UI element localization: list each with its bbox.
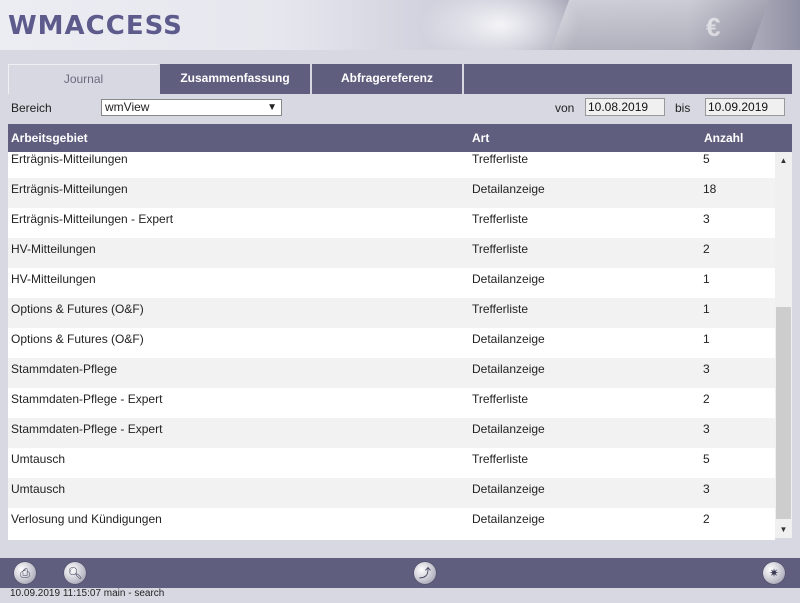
cell-anzahl: 3: [703, 482, 710, 496]
tab-zusammenfassung[interactable]: Zusammenfassung: [160, 64, 310, 94]
tab-bar-filler: [464, 64, 792, 94]
scroll-down-arrow-icon[interactable]: ▼: [775, 521, 792, 538]
bereich-select[interactable]: wmView ▼: [101, 99, 282, 116]
bis-label: bis: [675, 101, 691, 115]
table-row[interactable]: Umtausch Detailanzeige 3: [8, 478, 775, 508]
export-icon[interactable]: ⤴: [414, 562, 436, 584]
cell-arbeitsgebiet: Stammdaten-Pflege: [11, 362, 118, 376]
status-bar: 10.09.2019 11:15:07 main - search: [0, 588, 800, 603]
cell-anzahl: 5: [703, 152, 710, 166]
cell-arbeitsgebiet: Umtausch: [11, 452, 66, 466]
dropdown-arrow-icon: ▼: [267, 102, 277, 113]
table-body: Erträgnis-Mitteilungen Trefferliste 5 Er…: [8, 152, 775, 540]
cell-anzahl: 2: [703, 242, 710, 256]
cell-art: Detailanzeige: [472, 332, 545, 346]
table-header: Arbeitsgebiet Art Anzahl: [8, 124, 792, 152]
cell-arbeitsgebiet: Erträgnis-Mitteilungen - Expert: [11, 212, 174, 226]
cell-arbeitsgebiet: HV-Mitteilungen: [11, 272, 96, 286]
cell-arbeitsgebiet: Options & Futures (O&F): [11, 332, 144, 346]
column-header-anzahl[interactable]: Anzahl: [704, 131, 743, 145]
cell-arbeitsgebiet: Erträgnis-Mitteilungen: [11, 152, 128, 166]
preview-icon[interactable]: 🔍︎: [64, 562, 86, 584]
cell-art: Detailanzeige: [472, 272, 545, 286]
bereich-select-value: wmView: [105, 100, 150, 114]
cell-art: Detailanzeige: [472, 482, 545, 496]
cell-art: Trefferliste: [472, 302, 529, 316]
cell-anzahl: 3: [703, 362, 710, 376]
table-row[interactable]: Stammdaten-Pflege Detailanzeige 3: [8, 358, 775, 388]
bis-date-field[interactable]: 10.09.2019: [705, 98, 785, 116]
table-row[interactable]: Umtausch Trefferliste 5: [8, 448, 775, 478]
von-date-field[interactable]: 10.08.2019: [585, 98, 665, 116]
bottom-toolbar: ⎙ 🔍︎ ⤴ ✷: [0, 558, 800, 588]
cell-art: Trefferliste: [472, 392, 529, 406]
table-row[interactable]: Erträgnis-Mitteilungen Detailanzeige 18: [8, 178, 775, 208]
cell-arbeitsgebiet: Umtausch: [11, 482, 66, 496]
cell-art: Trefferliste: [472, 152, 529, 166]
tab-journal[interactable]: Journal: [8, 64, 158, 94]
scroll-up-arrow-icon[interactable]: ▲: [775, 152, 792, 169]
table-row[interactable]: Erträgnis-Mitteilungen - Expert Trefferl…: [8, 208, 775, 238]
cell-arbeitsgebiet: Options & Futures (O&F): [11, 302, 144, 316]
von-label: von: [555, 101, 575, 115]
cell-anzahl: 2: [703, 392, 710, 406]
cell-anzahl: 1: [703, 272, 710, 286]
app-header: € WMACCESS: [0, 0, 800, 50]
header-decoration-band: [547, 0, 773, 50]
print-icon[interactable]: ⎙: [14, 562, 36, 584]
cell-art: Trefferliste: [472, 452, 529, 466]
cell-art: Trefferliste: [472, 212, 529, 226]
table-row[interactable]: Stammdaten-Pflege - Expert Detailanzeige…: [8, 418, 775, 448]
cell-anzahl: 3: [703, 212, 710, 226]
table-row[interactable]: Verlosung und Kündigungen Detailanzeige …: [8, 508, 775, 538]
status-text: 10.09.2019 11:15:07 main - search: [10, 588, 165, 599]
filter-row: Bereich wmView ▼ von 10.08.2019 bis 10.0…: [0, 95, 800, 121]
cell-anzahl: 1: [703, 302, 710, 316]
cell-anzahl: 1: [703, 332, 710, 346]
column-header-art[interactable]: Art: [472, 131, 489, 145]
table-row[interactable]: HV-Mitteilungen Trefferliste 2: [8, 238, 775, 268]
cell-art: Detailanzeige: [472, 512, 545, 526]
table-row[interactable]: Options & Futures (O&F) Detailanzeige 1: [8, 328, 775, 358]
column-header-arbeitsgebiet[interactable]: Arbeitsgebiet: [11, 131, 88, 145]
cell-anzahl: 2: [703, 512, 710, 526]
vertical-scrollbar[interactable]: ▲ ▼: [775, 152, 792, 538]
cell-anzahl: 3: [703, 422, 710, 436]
cell-anzahl: 18: [703, 182, 717, 196]
settings-icon[interactable]: ✷: [763, 562, 785, 584]
tab-abfragereferenz[interactable]: Abfragereferenz: [312, 64, 462, 94]
cell-art: Detailanzeige: [472, 362, 545, 376]
cell-arbeitsgebiet: Erträgnis-Mitteilungen: [11, 182, 128, 196]
bereich-label: Bereich: [11, 101, 52, 115]
table-row[interactable]: HV-Mitteilungen Detailanzeige 1: [8, 268, 775, 298]
cell-arbeitsgebiet: HV-Mitteilungen: [11, 242, 96, 256]
table-row[interactable]: Erträgnis-Mitteilungen Trefferliste 5: [8, 152, 775, 178]
cell-arbeitsgebiet: Stammdaten-Pflege - Expert: [11, 392, 163, 406]
cell-arbeitsgebiet: Verlosung und Kündigungen: [11, 512, 162, 526]
euro-decoration-icon: €: [706, 12, 721, 42]
table-row[interactable]: Options & Futures (O&F) Trefferliste 1: [8, 298, 775, 328]
table-row[interactable]: Stammdaten-Pflege - Expert Trefferliste …: [8, 388, 775, 418]
app-logo: WMACCESS: [8, 11, 183, 41]
scrollbar-thumb[interactable]: [776, 307, 791, 519]
cell-art: Detailanzeige: [472, 182, 545, 196]
cell-art: Detailanzeige: [472, 422, 545, 436]
cell-arbeitsgebiet: Stammdaten-Pflege - Expert: [11, 422, 163, 436]
cell-art: Trefferliste: [472, 242, 529, 256]
tab-bar: Journal Zusammenfassung Abfragereferenz: [8, 64, 792, 94]
cell-anzahl: 5: [703, 452, 710, 466]
